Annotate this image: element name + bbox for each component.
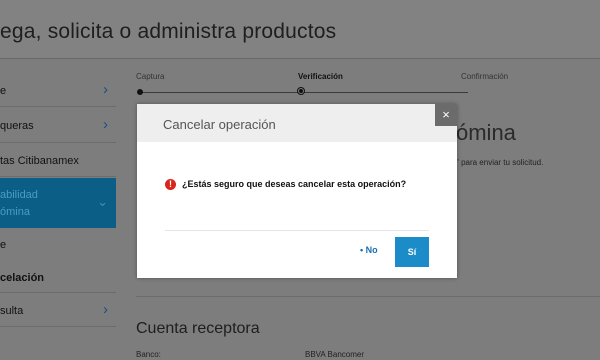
bank-label: Banco: [136,350,161,359]
bank-value: BBVA Bancomer [305,350,364,359]
dialog-question: ¿Estás seguro que deseas cancelar esta o… [182,179,407,189]
chevron-down-icon: ⌄ [97,194,108,209]
sidebar-section-cancelacion: celación [0,266,116,293]
chevron-right-icon: › [103,81,108,98]
sidebar-item-0[interactable]: e › [0,76,116,107]
step-label-verificacion: Verificación [298,72,343,81]
warning-icon: ! [165,179,176,190]
section-heading: ómina [456,120,516,145]
sidebar-item-consulta[interactable]: sulta › [0,296,116,327]
progress-steps: Captura Verificación Confirmación [136,72,576,102]
sidebar-item-label: tas Citibanamex [0,155,79,167]
sidebar-item-portabilidad-nomina[interactable]: abilidad ómina ⌄ [0,178,116,228]
chevron-right-icon: › [103,301,108,318]
cancel-dialog: Cancelar operación ! ¿Estás seguro que d… [137,104,457,278]
sidebar-item-tarjetas-citibanamex[interactable]: tas Citibanamex [0,146,116,177]
no-button[interactable]: • No [360,245,378,255]
close-icon[interactable]: × [435,104,457,126]
instruction-text: " para enviar tu solicitud. [456,158,544,167]
yes-button[interactable]: Sí [395,237,429,267]
receptor-account-title: Cuenta receptora [136,320,260,337]
dialog-title: Cancelar operación [163,117,276,132]
step-label-captura: Captura [136,72,165,81]
page-title: ega, solicita o administra productos [0,20,337,43]
divider [136,296,600,297]
step-dot-captura [137,89,143,95]
header-bar: ega, solicita o administra productos [0,0,600,59]
chevron-right-icon: › [103,116,108,133]
sidebar: e › queras › tas Citibanamex abilidad óm… [0,70,118,360]
sidebar-item-label: sulta [0,305,24,317]
sidebar-item-4[interactable]: e [0,234,116,258]
sidebar-item-label: e [0,239,7,251]
sidebar-item-label: e [0,85,7,97]
sidebar-item-label: abilidad [0,189,38,201]
sidebar-item-chequeras[interactable]: queras › [0,110,116,143]
dialog-divider [165,230,429,231]
step-label-confirmacion: Confirmación [461,72,509,81]
sidebar-item-label-line2: ómina [0,206,30,218]
dialog-header: Cancelar operación [137,104,457,142]
step-dot-verificacion [297,87,305,95]
sidebar-item-label: celación [0,272,45,284]
sidebar-item-label: queras [0,120,34,132]
